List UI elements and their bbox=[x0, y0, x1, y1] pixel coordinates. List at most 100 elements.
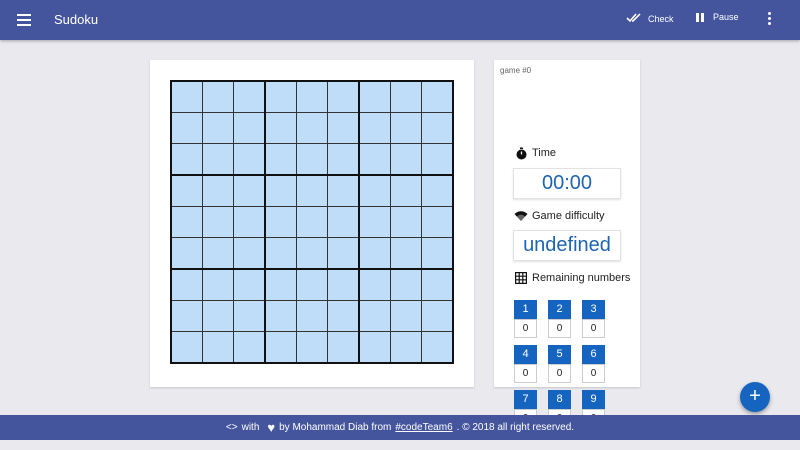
board-cell[interactable] bbox=[328, 207, 358, 237]
board-cell[interactable] bbox=[234, 332, 264, 362]
board-cell[interactable] bbox=[172, 301, 202, 331]
board-cell[interactable] bbox=[422, 113, 452, 143]
board-cell[interactable] bbox=[203, 207, 233, 237]
board-cell[interactable] bbox=[328, 176, 358, 206]
board-cell[interactable] bbox=[203, 82, 233, 112]
board-cell[interactable] bbox=[266, 113, 296, 143]
board-cell[interactable] bbox=[328, 301, 358, 331]
board-cell[interactable] bbox=[234, 301, 264, 331]
board-cell[interactable] bbox=[172, 113, 202, 143]
board-cell[interactable] bbox=[360, 332, 390, 362]
board-cell[interactable] bbox=[203, 176, 233, 206]
board-cell[interactable] bbox=[266, 301, 296, 331]
board-cell[interactable] bbox=[328, 144, 358, 174]
board-cell[interactable] bbox=[422, 301, 452, 331]
board-cell[interactable] bbox=[172, 144, 202, 174]
board-cell[interactable] bbox=[328, 270, 358, 300]
board-cell[interactable] bbox=[328, 82, 358, 112]
board-cell[interactable] bbox=[422, 82, 452, 112]
remaining-number-item[interactable]: 20 bbox=[548, 300, 571, 338]
board-cell[interactable] bbox=[391, 238, 421, 268]
board-cell[interactable] bbox=[234, 144, 264, 174]
check-button[interactable]: Check bbox=[626, 12, 674, 25]
board-cell[interactable] bbox=[297, 238, 327, 268]
board-cell[interactable] bbox=[328, 113, 358, 143]
board-cell[interactable] bbox=[391, 144, 421, 174]
board-cell[interactable] bbox=[360, 82, 390, 112]
remaining-number-item[interactable]: 60 bbox=[582, 345, 605, 383]
board-cell[interactable] bbox=[234, 238, 264, 268]
more-vert-icon[interactable] bbox=[764, 12, 774, 28]
board-cell[interactable] bbox=[422, 207, 452, 237]
remaining-number-item[interactable]: 50 bbox=[548, 345, 571, 383]
board-cell[interactable] bbox=[297, 207, 327, 237]
footer-by: by Mohammad Diab from bbox=[279, 422, 392, 433]
board-cell[interactable] bbox=[203, 301, 233, 331]
remaining-number: 7 bbox=[514, 390, 537, 409]
board-cell[interactable] bbox=[172, 82, 202, 112]
board-cell[interactable] bbox=[172, 332, 202, 362]
board-cell[interactable] bbox=[172, 207, 202, 237]
board-cell[interactable] bbox=[203, 270, 233, 300]
app-bar: Sudoku Check Pause bbox=[0, 0, 800, 40]
board-cell[interactable] bbox=[391, 270, 421, 300]
board-cell[interactable] bbox=[203, 332, 233, 362]
board-cell[interactable] bbox=[297, 176, 327, 206]
board-cell[interactable] bbox=[297, 144, 327, 174]
board-cell[interactable] bbox=[391, 176, 421, 206]
board-cell[interactable] bbox=[360, 301, 390, 331]
board-cell[interactable] bbox=[391, 332, 421, 362]
board-cell[interactable] bbox=[297, 301, 327, 331]
board-cell[interactable] bbox=[234, 82, 264, 112]
board-cell[interactable] bbox=[297, 270, 327, 300]
board-cell[interactable] bbox=[172, 270, 202, 300]
menu-icon[interactable] bbox=[14, 11, 34, 29]
board-box bbox=[266, 270, 358, 362]
pause-button[interactable]: Pause bbox=[696, 12, 739, 22]
remaining-number-item[interactable]: 30 bbox=[582, 300, 605, 338]
board-cell[interactable] bbox=[234, 270, 264, 300]
board-cell[interactable] bbox=[328, 238, 358, 268]
board-cell[interactable] bbox=[266, 207, 296, 237]
board-cell[interactable] bbox=[266, 82, 296, 112]
board-cell[interactable] bbox=[203, 238, 233, 268]
team-link[interactable]: #codeTeam6 bbox=[395, 422, 452, 433]
board-cell[interactable] bbox=[391, 82, 421, 112]
board-cell[interactable] bbox=[266, 176, 296, 206]
board-cell[interactable] bbox=[391, 207, 421, 237]
board-cell[interactable] bbox=[172, 238, 202, 268]
board-cell[interactable] bbox=[422, 144, 452, 174]
board-cell[interactable] bbox=[172, 176, 202, 206]
board-cell[interactable] bbox=[266, 238, 296, 268]
board-cell[interactable] bbox=[203, 113, 233, 143]
board-cell[interactable] bbox=[297, 113, 327, 143]
board-cell[interactable] bbox=[266, 144, 296, 174]
remaining-number: 2 bbox=[548, 300, 571, 319]
timer-icon bbox=[514, 146, 528, 160]
board-cell[interactable] bbox=[422, 332, 452, 362]
board-cell[interactable] bbox=[266, 270, 296, 300]
board-cell[interactable] bbox=[328, 332, 358, 362]
board-cell[interactable] bbox=[422, 270, 452, 300]
board-cell[interactable] bbox=[234, 176, 264, 206]
remaining-number-item[interactable]: 10 bbox=[514, 300, 537, 338]
board-cell[interactable] bbox=[234, 113, 264, 143]
board-cell[interactable] bbox=[391, 113, 421, 143]
board-cell[interactable] bbox=[203, 144, 233, 174]
board-cell[interactable] bbox=[360, 238, 390, 268]
board-cell[interactable] bbox=[360, 270, 390, 300]
board-cell[interactable] bbox=[360, 207, 390, 237]
board-cell[interactable] bbox=[297, 82, 327, 112]
board-cell[interactable] bbox=[422, 238, 452, 268]
board-cell[interactable] bbox=[360, 144, 390, 174]
board-cell[interactable] bbox=[391, 301, 421, 331]
add-button[interactable]: + bbox=[740, 382, 770, 412]
board-cell[interactable] bbox=[266, 332, 296, 362]
board-cell[interactable] bbox=[422, 176, 452, 206]
board-cell[interactable] bbox=[360, 176, 390, 206]
board-cell[interactable] bbox=[234, 207, 264, 237]
board-cell[interactable] bbox=[297, 332, 327, 362]
heart-icon: ♥ bbox=[267, 420, 276, 435]
remaining-number-item[interactable]: 40 bbox=[514, 345, 537, 383]
board-cell[interactable] bbox=[360, 113, 390, 143]
